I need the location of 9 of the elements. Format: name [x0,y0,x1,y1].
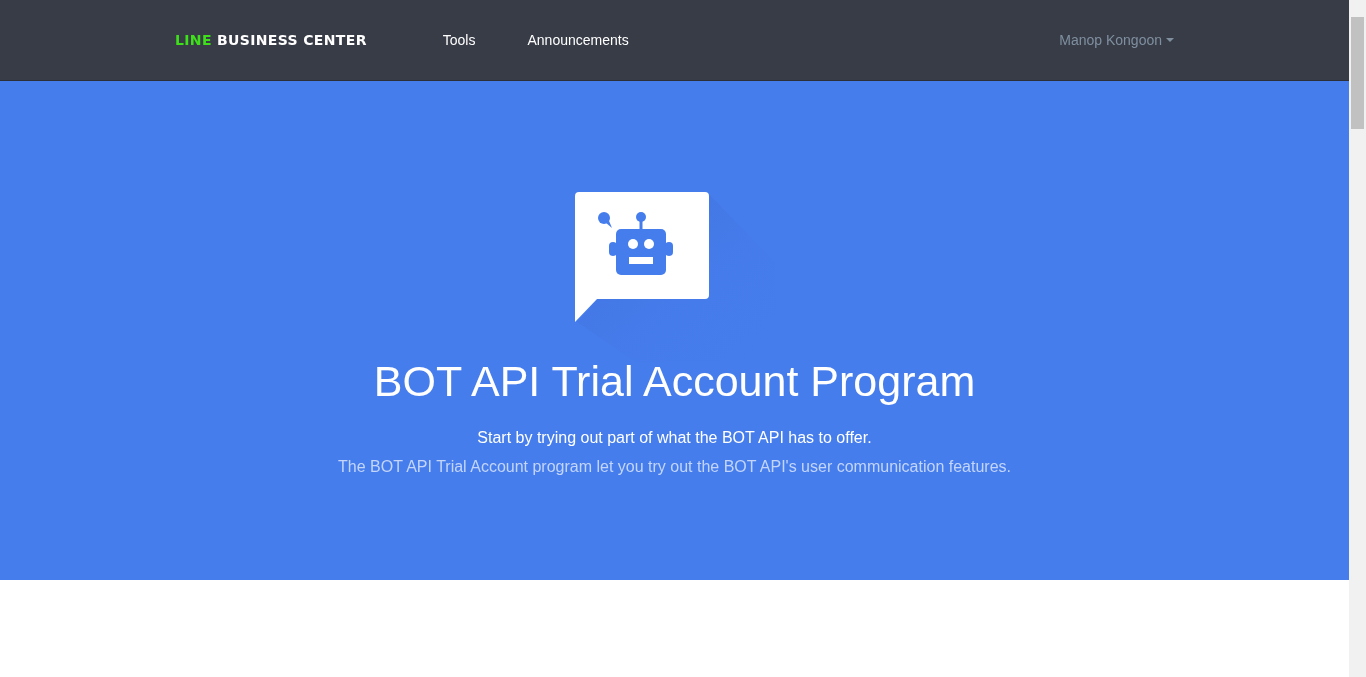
nav-link[interactable]: Tools [442,29,476,51]
nav-link[interactable]: Announcements [527,29,629,51]
hero-subtitle: Start by trying out part of what the BOT API has to offer. [477,428,872,448]
hero-title: BOT API Trial Account Program [373,360,976,403]
caret-icon [1166,38,1174,42]
scrollbar-thumb[interactable] [1351,17,1364,129]
logo-link[interactable]: LINE BUSINESS CENTER [175,29,367,51]
hero-description: The BOT API Trial Account program let you try out the BOT API's user communication features. [338,457,1011,477]
scrollbar[interactable] [1349,0,1366,677]
